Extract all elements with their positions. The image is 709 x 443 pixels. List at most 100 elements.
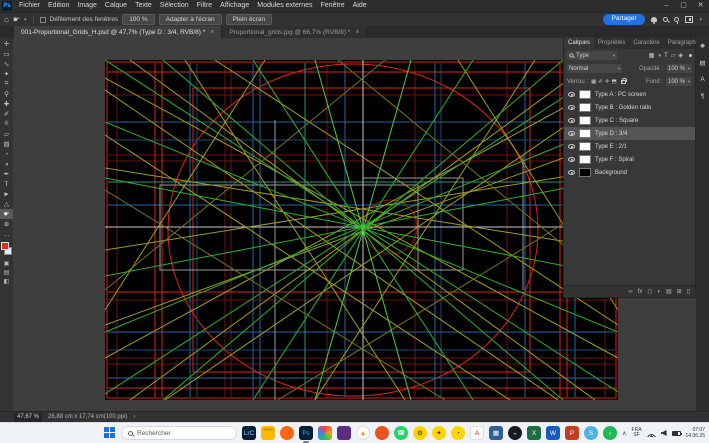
new-layer-icon[interactable]: ⊞	[677, 288, 682, 295]
menu-fen-tre[interactable]: Fenêtre	[317, 0, 349, 12]
visibility-eye-icon[interactable]	[568, 118, 575, 123]
filter-toggle-icon[interactable]	[689, 54, 692, 57]
edit-mode-icon[interactable]: ◧	[4, 278, 10, 285]
lock-transparency-icon[interactable]: ▦	[591, 79, 596, 85]
menu-aide[interactable]: Aide	[349, 0, 371, 12]
shape-tool[interactable]: △	[0, 199, 13, 209]
paragraph-panel-icon[interactable]: ¶	[696, 91, 709, 102]
menu-modules-externes[interactable]: Modules externes	[253, 0, 316, 12]
zoom-100-button[interactable]: 100 %	[122, 14, 154, 26]
layer-thumbnail[interactable]	[579, 155, 591, 164]
app-calculator-icon[interactable]: ▦	[489, 426, 503, 440]
crop-tool[interactable]: ⌗	[0, 79, 13, 89]
layer-thumbnail[interactable]	[579, 103, 591, 112]
layer-group-icon[interactable]: ▤	[666, 288, 672, 295]
menu-affichage[interactable]: Affichage	[216, 0, 253, 12]
layer-type-a-pc-screen[interactable]: Type A : PC screen	[564, 88, 695, 101]
layer-thumbnail[interactable]	[579, 116, 591, 125]
volume-icon[interactable]	[661, 430, 667, 436]
shape-filter-icon[interactable]: ▱	[671, 52, 676, 59]
language-indicator[interactable]: FRA SF	[632, 428, 642, 439]
maximize-button[interactable]: ▢	[675, 0, 692, 12]
blend-mode-select[interactable]: Normal ▾	[567, 64, 622, 73]
libraries-panel-icon[interactable]: ▤	[696, 57, 709, 68]
chevron-down-icon[interactable]: ▾	[699, 17, 702, 23]
menu-s-lection[interactable]: Sélection	[156, 0, 193, 12]
layer-type-b-golden-ratio[interactable]: Type B : Golden ratio	[564, 101, 695, 114]
menu-filtre[interactable]: Filtre	[193, 0, 217, 12]
app-app-yellow-clock-icon[interactable]: ◔	[451, 426, 465, 440]
adjustment-filter-icon[interactable]: ◑	[657, 53, 661, 59]
delete-layer-icon[interactable]: ▯	[687, 288, 690, 295]
layer-type-e-2-1[interactable]: Type E : 2/1	[564, 140, 695, 153]
opacity-select[interactable]: 100 % ▾	[666, 64, 692, 73]
chevron-down-icon[interactable]: ▾	[24, 17, 27, 23]
screen-mode-icon[interactable]: ▤	[4, 269, 10, 276]
close-icon[interactable]: ×	[355, 29, 359, 36]
layer-filter-dropdown[interactable]: Type ▾	[567, 51, 617, 60]
close-button[interactable]: ✕	[692, 0, 709, 12]
link-layers-icon[interactable]: ∞	[628, 289, 632, 295]
layer-thumbnail[interactable]	[579, 168, 591, 177]
app-vlc-icon[interactable]: ▲	[356, 426, 370, 440]
visibility-eye-icon[interactable]	[568, 105, 575, 110]
smart-object-filter-icon[interactable]: ◈	[678, 52, 683, 59]
visibility-eye-icon[interactable]	[568, 92, 575, 97]
more-tools[interactable]: …	[0, 229, 13, 239]
pixel-filter-icon[interactable]: ▦	[649, 52, 655, 59]
panel-tab-calques[interactable]: Calques	[564, 37, 594, 49]
lock-paint-icon[interactable]: ✐	[598, 79, 603, 85]
quick-mask-icon[interactable]: ▣	[4, 260, 10, 267]
lock-artboard-icon[interactable]: ⬒	[611, 79, 616, 85]
character-panel-icon[interactable]: A	[696, 74, 709, 85]
start-button[interactable]	[104, 427, 116, 439]
panel-tab-caract-re[interactable]: Caractère	[629, 37, 663, 49]
layer-thumbnail[interactable]	[579, 90, 591, 99]
scroll-all-windows-checkbox[interactable]	[40, 17, 46, 23]
eyedropper-tool[interactable]: ⚲	[0, 89, 13, 99]
wifi-icon[interactable]	[647, 430, 656, 437]
app-acrobat-icon[interactable]: A	[470, 426, 484, 440]
app-firefox-icon[interactable]	[280, 426, 294, 440]
layer-effects-icon[interactable]: fx	[638, 289, 643, 295]
lock-all-icon[interactable]	[621, 80, 626, 84]
visibility-eye-icon[interactable]	[568, 170, 575, 175]
app-app-dark-round-icon[interactable]: ◒	[508, 426, 522, 440]
app-word-icon[interactable]: W	[546, 426, 560, 440]
discover-lightbulb-icon[interactable]	[674, 17, 679, 22]
move-tool[interactable]: ✛	[0, 39, 13, 49]
layer-mask-icon[interactable]: ◻	[647, 288, 652, 295]
hand-tool[interactable]: ☛	[0, 209, 13, 219]
menu-texte[interactable]: Texte	[131, 0, 156, 12]
full-screen-button[interactable]: Plein écran	[226, 14, 273, 26]
status-chevron-icon[interactable]: ›	[133, 414, 135, 420]
app-app-yellow-key-icon[interactable]: ✦	[432, 426, 446, 440]
lock-move-icon[interactable]: ✛	[605, 79, 610, 85]
zoom-level-field[interactable]: 47,67 %	[14, 413, 42, 422]
canvas[interactable]	[105, 60, 618, 400]
share-button[interactable]: Partager	[603, 14, 646, 25]
app-photos-icon[interactable]	[318, 426, 332, 440]
fit-screen-button[interactable]: Adapter à l'écran	[159, 14, 222, 26]
search-icon[interactable]	[663, 17, 668, 22]
clone-stamp-tool[interactable]: ⍟	[0, 119, 13, 129]
app-photoshop-icon[interactable]: Ps	[299, 426, 313, 440]
visibility-eye-icon[interactable]	[568, 157, 575, 162]
layer-background[interactable]: Background	[564, 166, 695, 179]
zoom-tool[interactable]: ⊕	[0, 219, 13, 229]
close-icon[interactable]: ×	[210, 29, 214, 36]
layers-panel-icon[interactable]: ❖	[696, 40, 709, 51]
pen-tool[interactable]: ✒	[0, 169, 13, 179]
app-excel-icon[interactable]: X	[527, 426, 541, 440]
adjustment-layer-icon[interactable]: ◐	[657, 289, 661, 295]
battery-icon[interactable]	[672, 431, 681, 436]
app-spotify-icon[interactable]: ♪	[603, 426, 617, 440]
layer-thumbnail[interactable]	[579, 142, 591, 151]
visibility-eye-icon[interactable]	[568, 144, 575, 149]
menu-edition[interactable]: Edition	[44, 0, 73, 12]
app-powerpoint-icon[interactable]: P	[565, 426, 579, 440]
dodge-tool[interactable]: ◑	[0, 159, 13, 169]
type-filter-icon[interactable]: T	[664, 53, 668, 59]
lasso-tool[interactable]: ∿	[0, 59, 13, 69]
minimize-button[interactable]: –	[658, 0, 675, 12]
